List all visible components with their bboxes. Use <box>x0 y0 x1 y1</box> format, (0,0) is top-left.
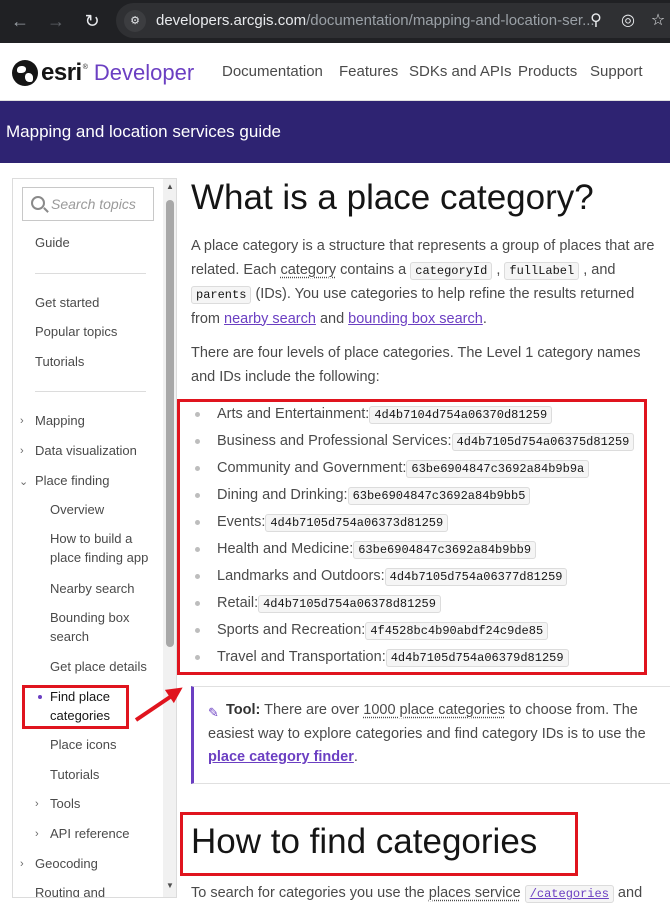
tracking-protection-icon[interactable]: ◎ <box>618 11 638 31</box>
page-title: What is a place category? <box>191 178 594 217</box>
sidebar-item-routing[interactable]: Routing and <box>35 885 105 897</box>
intro-paragraph: A place category is a structure that rep… <box>191 235 663 331</box>
find-text: To search for categories you use the <box>191 885 429 901</box>
globe-icon <box>12 60 38 86</box>
link-1000-place-categories[interactable]: 1000 place categories <box>363 702 505 718</box>
sidebar-divider <box>35 391 146 392</box>
intro-text: . <box>482 310 487 327</box>
sidebar-divider <box>35 273 146 274</box>
find-categories-paragraph: To search for categories you use the pla… <box>191 882 670 907</box>
tool-text: There are over <box>260 702 364 718</box>
levels-paragraph: There are four levels of place categorie… <box>191 345 641 385</box>
find-text: and <box>613 885 643 901</box>
code-parents: parents <box>191 286 252 304</box>
link-places-service[interactable]: places service <box>429 885 521 901</box>
code-category-id: categoryId <box>410 261 493 280</box>
site-info-icon[interactable]: ⚙ <box>124 10 146 32</box>
tool-callout: ✎ Tool: There are over 1000 place catego… <box>191 686 670 784</box>
tool-callout-text: Tool: There are over 1000 place categori… <box>208 699 663 770</box>
sidebar-item-geocoding[interactable]: Geocoding <box>35 856 98 871</box>
link-place-category-finder[interactable]: place category finder <box>208 749 354 765</box>
nav-support[interactable]: Support <box>590 63 643 80</box>
category-term[interactable]: category <box>280 262 336 278</box>
nav-sdks-and-apis[interactable]: SDKs and APIs <box>409 63 512 80</box>
sidebar: Guide Get started Popular topics Tutoria… <box>12 178 177 898</box>
url-text: developers.arcgis.com/documentation/mapp… <box>156 12 595 29</box>
scrollbar-thumb[interactable] <box>166 200 174 647</box>
reload-icon[interactable]: ↻ <box>80 9 104 33</box>
chevron-right-icon[interactable]: › <box>20 445 24 457</box>
highlight-box-section-title <box>180 812 578 876</box>
sidebar-item-tutorials-sub[interactable]: Tutorials <box>50 767 99 782</box>
sidebar-item-place-icons[interactable]: Place icons <box>50 737 116 752</box>
highlight-box-categories <box>177 399 647 675</box>
sidebar-item-data-visualization[interactable]: Data visualization <box>35 443 137 458</box>
chevron-right-icon[interactable]: › <box>35 798 39 810</box>
sidebar-item-bounding-box-search[interactable]: Bounding box search <box>50 608 150 646</box>
chevron-right-icon[interactable]: › <box>20 858 24 870</box>
guide-title: Mapping and location services guide <box>6 122 282 141</box>
logo-trademark: ® <box>82 63 88 71</box>
sidebar-item-guide[interactable]: Guide <box>35 235 70 250</box>
sidebar-item-tutorials[interactable]: Tutorials <box>35 354 84 369</box>
sidebar-item-how-to-build[interactable]: How to build a place finding app <box>50 529 160 567</box>
address-bar[interactable]: ⚙ developers.arcgis.com/documentation/ma… <box>116 3 670 38</box>
sidebar-item-place-finding[interactable]: Place finding <box>35 473 109 488</box>
intro-text: and <box>315 310 349 327</box>
search-icon <box>31 196 45 210</box>
code-full-label: fullLabel <box>504 261 580 280</box>
sidebar-item-overview[interactable]: Overview <box>50 502 104 517</box>
link-nearby-search[interactable]: nearby search <box>224 311 316 327</box>
tool-label: Tool: <box>226 702 261 718</box>
sidebar-item-api-reference[interactable]: API reference <box>50 826 130 841</box>
site-header: esri ® Developer Documentation Features … <box>0 43 670 101</box>
intro-text: , and <box>579 261 616 278</box>
search-input[interactable] <box>51 194 151 214</box>
zoom-icon[interactable]: ⚲ <box>586 11 606 31</box>
nav-features[interactable]: Features <box>339 63 398 80</box>
sidebar-item-get-place-details[interactable]: Get place details <box>50 659 147 674</box>
chevron-down-icon[interactable]: ⌄ <box>19 475 28 488</box>
intro-text: , <box>492 261 505 278</box>
intro-text: contains a <box>336 261 411 278</box>
esri-developer-logo[interactable]: esri ® Developer <box>12 59 194 87</box>
nav-documentation[interactable]: Documentation <box>222 63 323 80</box>
code-categories-endpoint[interactable]: /categories <box>524 885 614 903</box>
back-icon[interactable]: ← <box>8 9 32 33</box>
tool-text: . <box>353 749 358 765</box>
highlight-box-sidebar <box>22 685 129 729</box>
link-bounding-box-search[interactable]: bounding box search <box>348 311 483 327</box>
scroll-up-icon[interactable]: ▲ <box>165 182 175 191</box>
sidebar-item-mapping[interactable]: Mapping <box>35 413 85 428</box>
guide-banner: Mapping and location services guide <box>0 101 670 163</box>
bookmark-star-icon[interactable]: ☆ <box>648 11 668 31</box>
scroll-down-icon[interactable]: ▼ <box>165 881 175 890</box>
browser-toolbar: ← → ↻ ⚙ developers.arcgis.com/documentat… <box>0 0 670 43</box>
chevron-right-icon[interactable]: › <box>35 828 39 840</box>
logo-esri-text: esri <box>41 59 82 86</box>
sidebar-item-popular-topics[interactable]: Popular topics <box>35 324 117 339</box>
sidebar-item-tools[interactable]: Tools <box>50 796 80 811</box>
logo-developer-text: Developer <box>93 60 195 85</box>
forward-icon[interactable]: → <box>44 9 68 33</box>
chevron-right-icon[interactable]: › <box>20 415 24 427</box>
nav-products[interactable]: Products <box>518 63 577 80</box>
search-box[interactable] <box>22 187 154 221</box>
sidebar-item-get-started[interactable]: Get started <box>35 295 99 310</box>
sidebar-item-nearby-search[interactable]: Nearby search <box>50 581 135 596</box>
